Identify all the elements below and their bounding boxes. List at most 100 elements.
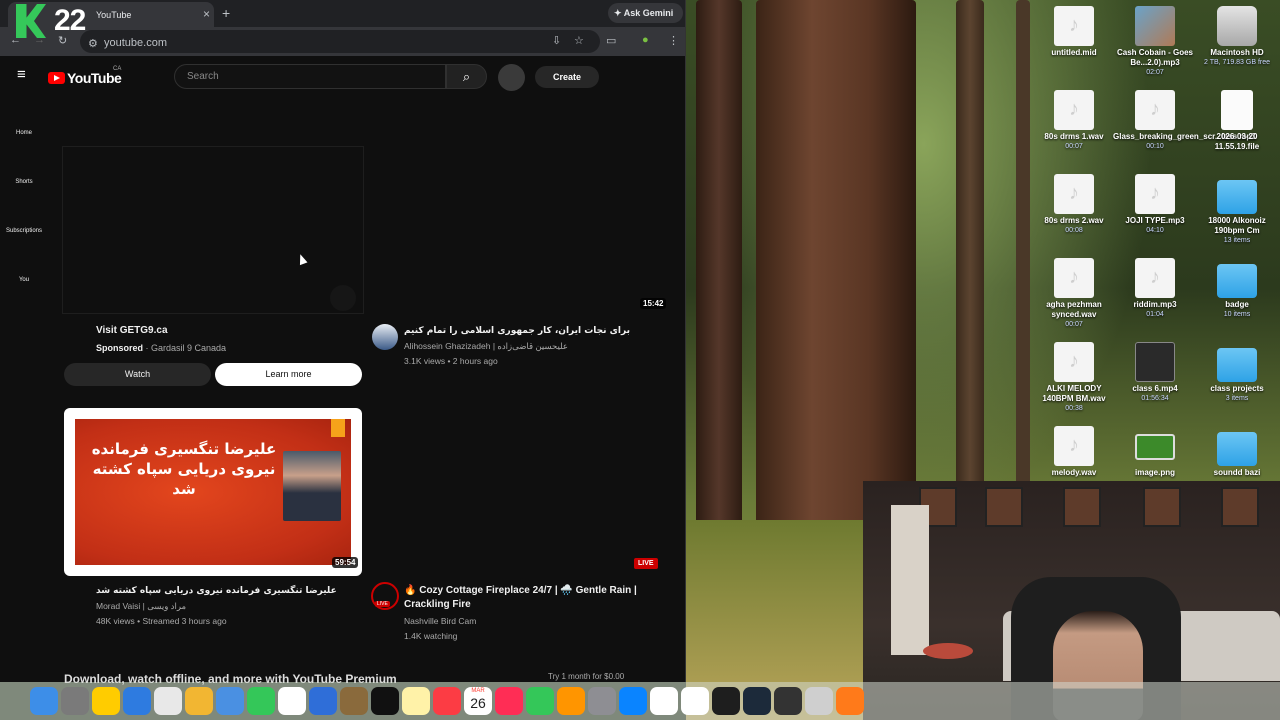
desktop-item-meta: 04:10 <box>1146 227 1164 234</box>
sidebar-item-home[interactable]: Home <box>0 120 48 169</box>
video-title[interactable]: 🔥 Cozy Cottage Fireplace 24/7 | 🌧️ Gentl… <box>404 584 664 612</box>
desktop-item[interactable]: 80s drms 2.wav 00:08 <box>1032 174 1116 235</box>
new-tab-icon[interactable]: + <box>222 5 230 21</box>
video-channel[interactable]: Morad Vaisi | مراد ویسی <box>96 601 186 612</box>
appstore-icon[interactable] <box>619 687 647 715</box>
browser-toolbar: ← → ↻ ⚙ youtube.com ⇩ ☆ ▭ ● ⋮ <box>0 27 685 56</box>
notion-icon[interactable] <box>650 687 678 715</box>
bookmark-star-icon[interactable]: ☆ <box>574 34 584 47</box>
install-icon[interactable]: ⇩ <box>552 34 561 47</box>
vpn-icon[interactable] <box>712 687 740 715</box>
desktop-item[interactable]: Cash Cobain - Goes Be...2.0).mp3 02:07 <box>1113 6 1197 77</box>
numbers-icon[interactable] <box>526 687 554 715</box>
site-info-icon[interactable]: ⚙ <box>88 37 98 50</box>
desktop-item-name: Glass_breaking_green_scr...lass.mp3 <box>1113 132 1256 141</box>
video-channel[interactable]: Nashville Bird Cam <box>404 616 476 626</box>
video-channel[interactable]: Alihossein Ghazizadeh | علیحسین قاضی‌زاد… <box>404 341 568 352</box>
address-bar[interactable]: ⚙ youtube.com <box>80 30 600 53</box>
notes-icon[interactable] <box>402 687 430 715</box>
facetime-icon[interactable] <box>247 687 275 715</box>
extension-icon[interactable]: ● <box>642 34 649 46</box>
sidebar-item-subscriptions[interactable]: Subscriptions <box>0 218 48 267</box>
desktop-item[interactable]: 18000 Alkonoiz 190bpm Cm 13 items <box>1195 174 1279 245</box>
logic-icon[interactable] <box>743 687 771 715</box>
mail-icon[interactable] <box>216 687 244 715</box>
freeform-icon[interactable] <box>309 687 337 715</box>
search-button[interactable]: ⌕ <box>446 64 487 89</box>
finder-icon[interactable] <box>30 687 58 715</box>
desktop-item[interactable]: agha pezhman synced.wav 00:07 <box>1032 258 1116 329</box>
photos-icon[interactable] <box>185 687 213 715</box>
rug <box>923 643 973 659</box>
desktop-item[interactable]: badge 10 items <box>1195 258 1279 319</box>
screenshot-icon[interactable] <box>805 687 833 715</box>
desktop-item[interactable]: Glass_breaking_green_scr...lass.mp3 00:10 <box>1113 90 1256 151</box>
channel-avatar[interactable]: LIVE <box>371 582 399 610</box>
menu-kebab-icon[interactable]: ⋮ <box>668 34 679 47</box>
ad-title[interactable]: Visit GETG9.ca <box>96 325 168 336</box>
sidebar-item-label: Shorts <box>15 179 33 185</box>
desktop-item[interactable]: soundd bazi <box>1195 426 1279 478</box>
sidebar-item-label: You <box>18 277 30 283</box>
desktop-item-meta: 00:07 <box>1065 143 1083 150</box>
channel-avatar[interactable] <box>372 324 398 350</box>
reminders-icon[interactable] <box>278 687 306 715</box>
ad-learn-more-button[interactable]: Learn more <box>215 363 362 386</box>
country-code: CA <box>113 66 122 72</box>
hamburger-menu-icon[interactable]: ≡ <box>17 67 31 82</box>
create-button[interactable]: Create <box>535 66 599 88</box>
hard-drive-icon <box>1217 6 1257 46</box>
file-icon <box>1054 426 1094 466</box>
desktop-item[interactable]: 80s drms 1.wav 00:07 <box>1032 90 1116 151</box>
safari-icon[interactable] <box>123 687 151 715</box>
premium-trial-link[interactable]: Try 1 month for $0.00 <box>548 672 624 681</box>
desktop-item[interactable]: ALKI MELODY 140BPM BM.wav 00:38 <box>1032 342 1116 413</box>
youtube-logo[interactable]: YouTube <box>48 70 122 86</box>
browser-window: YouTube × + ✦ Ask Gemini ← → ↻ ⚙ youtube… <box>0 0 686 686</box>
sponsored-label: Sponsored <box>96 343 144 353</box>
chrome-icon[interactable] <box>154 687 182 715</box>
desktop-item[interactable]: riddim.mp3 01:04 <box>1113 258 1197 319</box>
sidebar-item-shorts[interactable]: Shorts <box>0 169 48 218</box>
desktop-item[interactable]: class projects 3 items <box>1195 342 1279 403</box>
close-tab-icon[interactable]: × <box>203 7 210 21</box>
tab-title: YouTube <box>96 10 132 20</box>
desktop-item[interactable]: image.png <box>1113 426 1197 478</box>
settings-icon[interactable] <box>588 687 616 715</box>
desktop-item[interactable]: class 6.mp4 01:56:34 <box>1113 342 1197 403</box>
news-icon[interactable] <box>495 687 523 715</box>
ask-gemini-button[interactable]: ✦ Ask Gemini <box>608 3 683 23</box>
xcode-tool-icon[interactable] <box>92 687 120 715</box>
desktop-item[interactable]: JOJI TYPE.mp3 04:10 <box>1113 174 1197 235</box>
desktop-item[interactable]: Macintosh HD 2 TB, 719.83 GB free <box>1195 6 1279 67</box>
calendar2-icon[interactable] <box>681 687 709 715</box>
unity-icon[interactable] <box>774 687 802 715</box>
ad-sponsored-line: Sponsored · Gardasil 9 Canada <box>96 343 226 353</box>
video-thumbnail[interactable]: علیرضا تنگسیری فرمانده نیروی دریایی سپاه… <box>64 408 362 576</box>
desktop-item[interactable]: 2026-03-20 11.55.19.file <box>1195 90 1279 152</box>
calendar-month: MAR <box>471 688 485 694</box>
music-icon[interactable] <box>433 687 461 715</box>
wall-art <box>1221 487 1259 527</box>
ad-watch-button[interactable]: Watch <box>64 363 211 386</box>
pages-icon[interactable] <box>557 687 585 715</box>
calendar-icon[interactable]: MAR 26 <box>464 687 492 715</box>
wall-art <box>985 487 1023 527</box>
video-title[interactable]: علیرضا تنگسیری فرمانده نیروی دریایی سپاه… <box>96 584 358 598</box>
carrot-icon[interactable] <box>836 687 864 715</box>
voice-search-button[interactable] <box>498 64 525 91</box>
search-input[interactable]: Search <box>174 64 446 89</box>
file-icon <box>1135 434 1175 460</box>
archive-icon[interactable] <box>340 687 368 715</box>
macos-dock: MAR 26 <box>0 682 1280 720</box>
desktop-item[interactable]: untitled.mid <box>1032 6 1116 58</box>
appletv-icon[interactable] <box>371 687 399 715</box>
side-panel-icon[interactable]: ▭ <box>606 34 616 47</box>
sidebar-item-you[interactable]: You <box>0 267 48 316</box>
video-title[interactable]: برای نجات ایران، کار جمهوری اسلامی را تم… <box>404 324 664 338</box>
launchpad-icon[interactable] <box>61 687 89 715</box>
live-badge: LIVE <box>634 558 658 569</box>
ad-thumbnail[interactable] <box>62 146 364 314</box>
desktop-item-name: ALKI MELODY 140BPM BM.wav <box>1042 384 1106 403</box>
desktop-item[interactable]: melody.wav <box>1032 426 1116 478</box>
